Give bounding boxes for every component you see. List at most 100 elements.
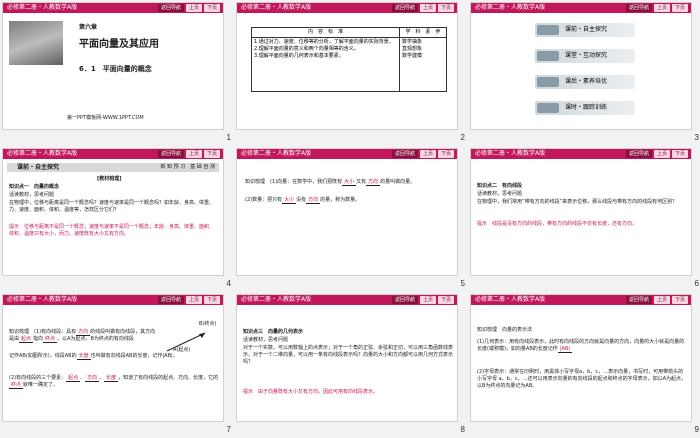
slide-grid: 必修第二册・人教数学A版 返回导航 上页 下页 第六章 平面向量及其应用 6．1 平…: [0, 0, 700, 438]
next-page-button[interactable]: 下页: [437, 296, 454, 304]
three-elements: (2)有向线段的三个要素： 起点、方向、长度 ，知道了有向线段的起点、方向、长度，它…: [9, 375, 219, 389]
slide-2[interactable]: 必修第二册・人教数学A版 返回导航 上页 下页 内 容 标 准学 科 素 养 1.通…: [236, 2, 458, 130]
next-page-button[interactable]: 下页: [671, 296, 688, 304]
menu-item-postclass[interactable]: 课后・素养培优: [535, 75, 635, 89]
table-header-content: 内 容 标 准: [251, 27, 400, 38]
prev-page-button[interactable]: 上页: [653, 296, 670, 304]
prev-page-button[interactable]: 上页: [653, 4, 670, 12]
slide-header: 必修第二册・人教数学A版 返回导航 上页 下页: [3, 3, 223, 13]
knowledge-point: 知识点二 有向线段: [477, 183, 523, 189]
slide-header: 必修第二册・人教数学A版 返回导航 上页 下页: [237, 295, 457, 305]
section-heading: 知识梳理 向量的表示法: [477, 327, 533, 333]
slide-thumb-7[interactable]: 必修第二册・人教数学A版 返回导航 上页 下页 知识梳理 (1)有向线段：具有 方向的…: [0, 292, 233, 438]
prev-page-button[interactable]: 上页: [185, 4, 202, 12]
course-label: 必修第二册・人教数学A版: [7, 4, 78, 11]
tip-label: 提示: [243, 389, 254, 395]
letter-representation: (2)字母表示：通常在印刷时，用黑体小写字母a，b，c，…表示向量，书写时，可用…: [477, 369, 687, 389]
slide-8[interactable]: 必修第二册・人教数学A版 返回导航 上页 下页 知识点三 向量的几何表示 话读教材，…: [236, 294, 458, 422]
tag-label: [教材梳理]: [97, 176, 122, 182]
slide-thumb-5[interactable]: 必修第二册・人教数学A版 返回导航 上页 下页 知识梳理 (1)向量：在数学中，我们…: [234, 146, 467, 292]
section-title: 6．1 平面向量的概念: [79, 65, 152, 73]
menu-item-inclass[interactable]: 课堂・互动探究: [535, 49, 635, 63]
tip-text: 位移与距离不是同一个概念；速度与速率不是同一个概念；年龄、身高、体重、面积、体积…: [9, 224, 215, 237]
return-nav-button[interactable]: 返回导航: [157, 4, 184, 12]
return-nav-button[interactable]: 返回导航: [157, 296, 184, 304]
prev-page-button[interactable]: 上页: [653, 150, 670, 158]
return-nav-button[interactable]: 返回导航: [625, 150, 652, 158]
read-instruction: 话读教材，思考问题: [477, 191, 523, 197]
wave-icon: [537, 25, 559, 35]
prev-page-button[interactable]: 上页: [185, 296, 202, 304]
table-header-skills: 学 科 素 养: [399, 27, 447, 38]
return-nav-button[interactable]: 返回导航: [391, 4, 418, 12]
course-label: 必修第二册・人教数学A版: [475, 296, 546, 303]
course-label: 必修第二册・人教数学A版: [475, 150, 546, 157]
menu-item-training[interactable]: 课时・跟踪训练: [535, 101, 635, 115]
menu-item-preclass[interactable]: 课前・自主探究: [535, 23, 635, 37]
slide-number: 8: [460, 425, 465, 434]
slide-9[interactable]: 必修第二册・人教数学A版 返回导航 上页 下页 知识梳理 向量的表示法 (1)几何表…: [470, 294, 692, 422]
slide-4[interactable]: 必修第二册・人教数学A版 返回导航 上页 下页 课前・自主探究 新 知 预 习 基 …: [2, 148, 224, 276]
prev-page-button[interactable]: 上页: [419, 296, 436, 304]
prev-page-button[interactable]: 上页: [419, 4, 436, 12]
chapter-photo: [9, 21, 63, 65]
section-bar: 课前・自主探究 新 知 预 习 基 础 自 测: [7, 163, 219, 172]
slide-number: 9: [694, 425, 699, 434]
section-bar-title: 课前・自主探究: [17, 164, 60, 171]
slide-thumb-9[interactable]: 必修第二册・人教数学A版 返回导航 上页 下页 知识梳理 向量的表示法 (1)几何表…: [468, 292, 700, 438]
slide-number: 6: [694, 279, 699, 288]
read-instruction: 话读教材，思考问题: [9, 192, 55, 198]
slide-number: 3: [694, 133, 699, 142]
return-nav-button[interactable]: 返回导航: [625, 296, 652, 304]
next-page-button[interactable]: 下页: [203, 150, 220, 158]
return-nav-button[interactable]: 返回导航: [391, 150, 418, 158]
slide-7[interactable]: 必修第二册・人教数学A版 返回导航 上页 下页 知识梳理 (1)有向线段：具有 方向的…: [2, 294, 224, 422]
return-nav-button[interactable]: 返回导航: [625, 4, 652, 12]
return-nav-button[interactable]: 返回导航: [391, 296, 418, 304]
next-page-button[interactable]: 下页: [437, 150, 454, 158]
standard-row: 3.理解平面向量的几何表示和基本要素。: [254, 53, 344, 59]
section-bar-subtitle: 新 知 预 习 基 础 自 测: [160, 164, 215, 170]
skill-item: 数学建模: [402, 53, 423, 59]
read-instruction: 话读教材，思考问题: [243, 337, 289, 343]
slide-header: 必修第二册・人教数学A版 返回导航 上页 下页: [237, 3, 457, 13]
slide-thumb-2[interactable]: 必修第二册・人教数学A版 返回导航 上页 下页 内 容 标 准学 科 素 养 1.通…: [234, 0, 467, 146]
next-page-button[interactable]: 下页: [671, 150, 688, 158]
slide-number: 5: [460, 279, 465, 288]
slide-thumb-3[interactable]: 必修第二册・人教数学A版 返回导航 上页 下页 课前・自主探究 课堂・互动探究 课后…: [468, 0, 700, 146]
next-page-button[interactable]: 下页: [437, 4, 454, 12]
course-label: 必修第二册・人教数学A版: [241, 4, 312, 11]
standard-row: 2.理解平面向量的意义和两个向量相等的含义。: [254, 46, 359, 52]
next-page-button[interactable]: 下页: [203, 4, 220, 12]
slide-thumb-6[interactable]: 必修第二册・人教数学A版 返回导航 上页 下页 知识点二 有向线段 话读教材，思考问…: [468, 146, 700, 292]
return-nav-button[interactable]: 返回导航: [157, 150, 184, 158]
wave-icon: [537, 103, 559, 113]
slide-thumb-1[interactable]: 必修第二册・人教数学A版 返回导航 上页 下页 第六章 平面向量及其应用 6．1 平…: [0, 0, 233, 146]
chapter-label: 第六章: [79, 24, 98, 31]
slide-header: 必修第二册・人教数学A版 返回导航 上页 下页: [3, 149, 223, 159]
next-page-button[interactable]: 下页: [203, 296, 220, 304]
tip-text: 由于向量既有大小又有方向，因此可用有向线段表示。: [258, 389, 379, 395]
tip-text: 线段是没有方向的线段，带有方向的线段不仅有长度，还有方向。: [492, 221, 638, 227]
skill-item: 直观想象: [402, 46, 423, 52]
slide-footer: 第一PPT模板网-WWW.1PPT.COM: [67, 115, 144, 121]
prev-page-button[interactable]: 上页: [185, 150, 202, 158]
prev-page-button[interactable]: 上页: [419, 150, 436, 158]
vector-diagram: [166, 332, 206, 352]
knowledge-point: 知识点三 向量的几何表示: [243, 329, 304, 335]
course-label: 必修第二册・人教数学A版: [241, 150, 312, 157]
slide-thumb-8[interactable]: 必修第二册・人教数学A版 返回导航 上页 下页 知识点三 向量的几何表示 话读教材，…: [234, 292, 467, 438]
slide-header: 必修第二册・人教数学A版 返回导航 上页 下页: [3, 295, 223, 305]
question-text: 在物理中，位移与距离是同一个概念吗？速度与速率是同一个概念吗？如年龄、身高、体重…: [9, 200, 215, 213]
skill-item: 数学抽象: [402, 39, 423, 45]
course-label: 必修第二册・人教数学A版: [7, 296, 78, 303]
next-page-button[interactable]: 下页: [671, 4, 688, 12]
tip-label: 提示: [9, 224, 20, 230]
course-label: 必修第二册・人教数学A版: [7, 150, 78, 157]
slide-thumb-4[interactable]: 必修第二册・人教数学A版 返回导航 上页 下页 课前・自主探究 新 知 预 习 基 …: [0, 146, 233, 292]
slide-3[interactable]: 必修第二册・人教数学A版 返回导航 上页 下页 课前・自主探究 课堂・互动探究 课后…: [470, 2, 692, 130]
slide-5[interactable]: 必修第二册・人教数学A版 返回导航 上页 下页 知识梳理 (1)向量：在数学中，我们…: [236, 148, 458, 276]
slide-header: 必修第二册・人教数学A版 返回导航 上页 下页: [471, 3, 691, 13]
slide-6[interactable]: 必修第二册・人教数学A版 返回导航 上页 下页 知识点二 有向线段 话读教材，思考问…: [470, 148, 692, 276]
slide-1[interactable]: 必修第二册・人教数学A版 返回导航 上页 下页 第六章 平面向量及其应用 6．1 平…: [2, 2, 224, 130]
